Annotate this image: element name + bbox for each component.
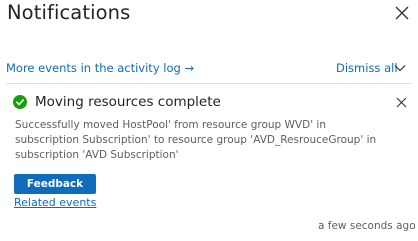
notifications-panel: Notifications More events in the activit… (0, 0, 418, 241)
close-icon[interactable] (396, 97, 407, 108)
notification-message: Successfully moved HostPool' from resour… (15, 118, 411, 163)
panel-title: Notifications (7, 1, 131, 24)
message-line: subscription Subscription' to resource g… (15, 134, 377, 146)
notification-divider (6, 83, 412, 84)
dismiss-all-button[interactable]: Dismiss all (336, 61, 398, 75)
notification-title: Moving resources complete (35, 94, 221, 110)
activity-log-link[interactable]: More events in the activity log → (6, 61, 194, 75)
chevron-down-icon[interactable] (394, 64, 406, 72)
message-line: subscription 'AVD Subscription' (15, 149, 179, 161)
message-line: Successfully moved HostPool' from resour… (15, 119, 326, 131)
related-events-link[interactable]: Related events (14, 196, 96, 209)
close-icon[interactable] (395, 6, 409, 20)
feedback-button[interactable]: Feedback (14, 174, 96, 194)
notification-timestamp: a few seconds ago (318, 220, 416, 232)
success-check-icon (13, 95, 27, 109)
